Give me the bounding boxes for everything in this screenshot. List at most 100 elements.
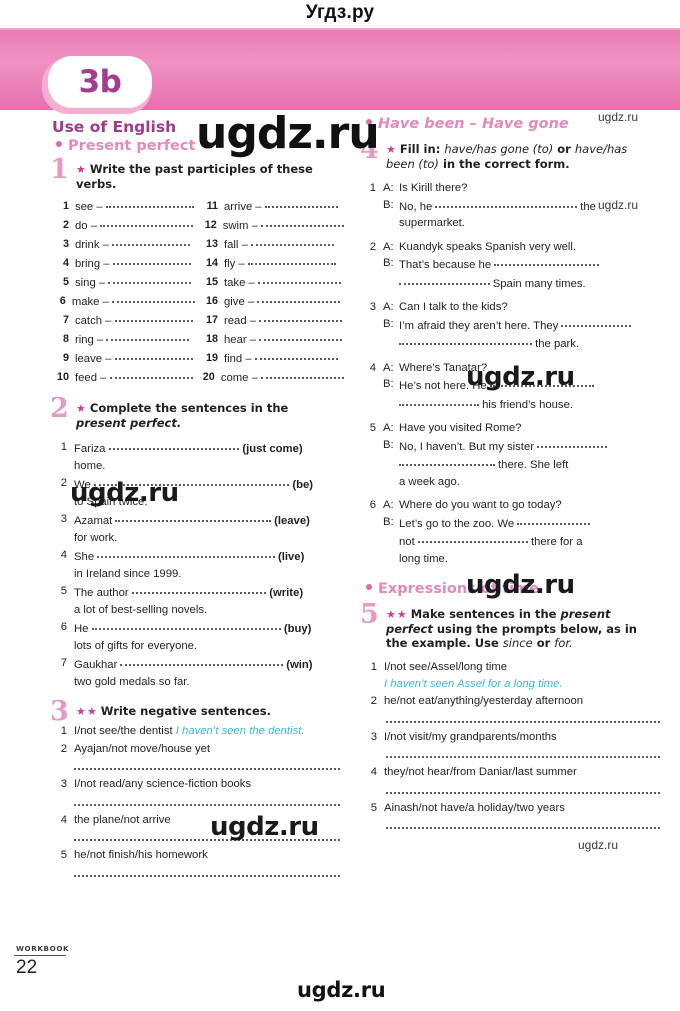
dialogue-continuation: there. She left: [399, 455, 660, 474]
ex4-or: or: [557, 142, 571, 156]
item-index-spacer: [360, 376, 383, 395]
answer-blank[interactable]: [120, 655, 284, 666]
answer-blank-line[interactable]: [386, 783, 660, 794]
verb-row: 18 hear –: [199, 330, 344, 349]
speaker-b-text: No, I haven’t. But my sister: [399, 437, 660, 456]
answer-blank[interactable]: [93, 475, 290, 486]
answer-blank[interactable]: [254, 349, 338, 360]
exercise-item: 4 the plane/not arrive: [50, 812, 340, 829]
item-index-spacer: [360, 437, 383, 456]
answer-blank[interactable]: [108, 439, 240, 450]
speaker-a-label: A:: [383, 422, 394, 434]
answer-blank[interactable]: [435, 197, 578, 208]
answer-blank-line[interactable]: [386, 712, 660, 723]
exercise-1-verb-grid: 1 see – 2 do – 3 drink – 4 bring – 5 sing – 6…: [50, 197, 344, 387]
answer-blank[interactable]: [537, 437, 608, 448]
item-body: I/not visit/my grandparents/months: [384, 729, 660, 746]
answer-blank[interactable]: [114, 349, 193, 360]
verb-prompt: read –: [224, 311, 344, 330]
left-column: Use of English Present perfect 1 ★ Write …: [50, 118, 344, 885]
answer-blank[interactable]: [259, 311, 343, 322]
answer-blank[interactable]: [264, 197, 338, 208]
answer-blank[interactable]: [399, 334, 532, 345]
verb-index: 16: [205, 295, 218, 307]
answer-blank[interactable]: [97, 547, 275, 558]
answer-blank[interactable]: [399, 274, 490, 285]
answer-blank-line[interactable]: [386, 818, 660, 829]
verb-index: 13: [205, 238, 218, 250]
item-index-spacer: [360, 255, 383, 274]
text: Azamat: [74, 515, 116, 527]
item-index: 3: [370, 730, 377, 743]
answer-blank[interactable]: [131, 583, 267, 594]
difficulty-stars: ★★: [386, 608, 408, 621]
answer-blank[interactable]: [106, 330, 190, 341]
answer-blank[interactable]: [115, 511, 271, 522]
item-index: 1: [370, 661, 377, 673]
verb-index: 10: [56, 371, 69, 383]
answer-blank-line[interactable]: [74, 866, 340, 877]
answer-blank[interactable]: [257, 292, 341, 303]
ex5-i3: since: [502, 636, 533, 650]
answer-blank[interactable]: [112, 235, 191, 246]
item-index: 2: [60, 477, 67, 489]
verb-index: 11: [206, 200, 218, 212]
item-body: She (live) in Ireland since 1999.: [74, 547, 340, 582]
site-title: Угдз.ру: [305, 2, 375, 23]
answer-blank[interactable]: [261, 368, 344, 379]
item-index: 3: [60, 513, 67, 525]
answer-blank[interactable]: [251, 235, 335, 246]
exercise-item: 3 I/not visit/my grandparents/months: [360, 729, 660, 746]
speaker-a-text: Where’s Tanatar?: [399, 361, 488, 374]
exercise-3-number: 3: [50, 696, 69, 727]
answer-blank[interactable]: [489, 376, 595, 387]
text: the plane/not arrive: [74, 813, 171, 826]
exercise-item: 1 I/not see/Assel/long time I haven’t seen…: [360, 659, 660, 692]
speaker-b-label: B:: [383, 438, 394, 451]
example-answer: I haven’t seen Assel for a long time.: [384, 677, 563, 690]
answer-blank[interactable]: [100, 216, 194, 227]
answer-blank[interactable]: [561, 316, 632, 327]
answer-blank[interactable]: [261, 216, 344, 227]
ex4-tail: in the correct form.: [442, 157, 570, 171]
verb-index: 14: [205, 257, 218, 269]
ex4-italic-3: been (to): [386, 157, 439, 171]
answer-blank[interactable]: [417, 532, 528, 543]
answer-blank[interactable]: [517, 514, 591, 525]
answer-blank[interactable]: [247, 254, 336, 265]
answer-blank[interactable]: [259, 330, 343, 341]
answer-blank[interactable]: [399, 455, 495, 466]
answer-blank[interactable]: [112, 254, 191, 265]
dialogue-line-b: B: Let’s go to the zoo. We: [360, 514, 660, 533]
text: make –: [71, 296, 112, 308]
text: sing –: [75, 277, 109, 289]
answer-blank[interactable]: [109, 368, 193, 379]
exercise-item: 5 The author (write) a lot of best-selling…: [50, 583, 340, 618]
verb-index: 8: [62, 333, 69, 345]
answer-blank[interactable]: [105, 197, 194, 208]
dialogue-block: 4 A: Where’s Tanatar? B: He’s not here. He h…: [360, 360, 660, 414]
item-index: 1: [369, 182, 376, 194]
answer-blank[interactable]: [108, 273, 192, 284]
answer-blank-line[interactable]: [74, 759, 340, 770]
exercise-2-number: 2: [50, 393, 69, 424]
answer-blank[interactable]: [257, 273, 341, 284]
subsection-expressions-of-time: Expressions of time: [366, 581, 660, 597]
answer-blank-line[interactable]: [386, 747, 660, 758]
answer-blank-line[interactable]: [74, 830, 340, 841]
answer-blank[interactable]: [494, 255, 599, 266]
answer-blank[interactable]: [399, 395, 479, 406]
answer-blank[interactable]: [112, 292, 195, 303]
answer-blank-line[interactable]: [74, 795, 340, 806]
speaker-a-label: A:: [383, 301, 394, 313]
ex5-i4: for.: [554, 636, 573, 650]
item-body: I/not see/Assel/long time I haven’t seen …: [384, 659, 660, 692]
verb-index: 15: [205, 276, 218, 288]
verb-row: 8 ring –: [50, 330, 195, 349]
verb-index: 3: [62, 238, 69, 250]
speaker-a-text: Is Kirill there?: [399, 182, 468, 194]
answer-blank[interactable]: [91, 619, 281, 630]
speaker-b-text: No, he the: [399, 197, 660, 216]
dialogue-line-b: B: No, I haven’t. But my sister: [360, 437, 660, 456]
answer-blank[interactable]: [114, 311, 193, 322]
